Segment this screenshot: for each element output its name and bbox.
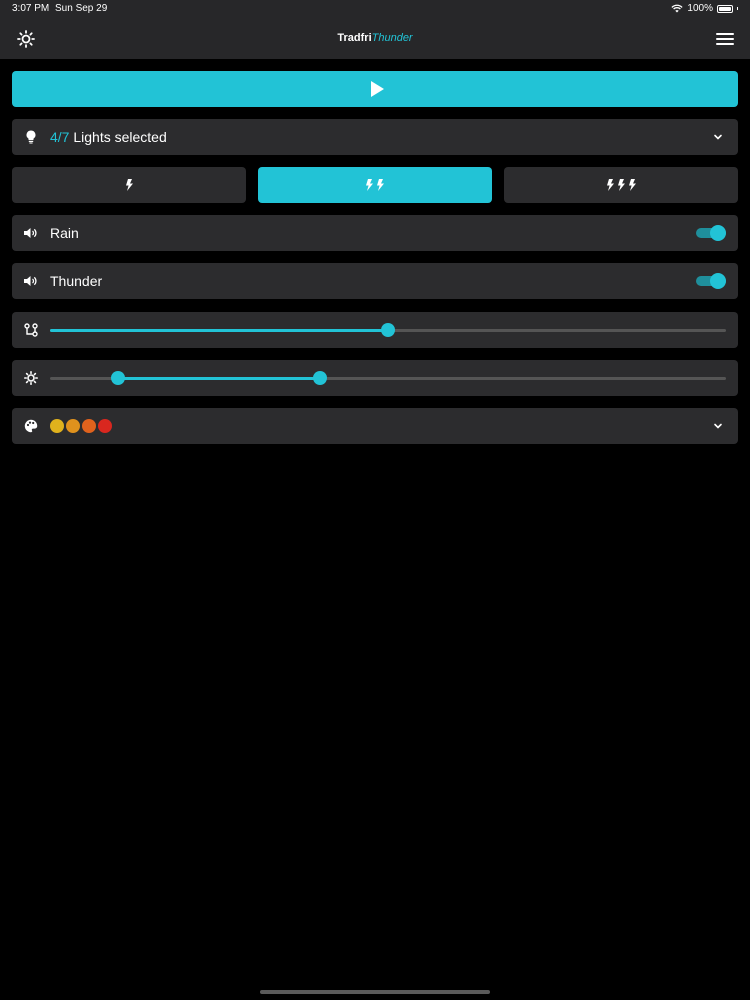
rain-row: Rain bbox=[12, 215, 738, 251]
status-time: 3:07 PM bbox=[12, 3, 50, 14]
intensity-option-3[interactable] bbox=[504, 167, 738, 203]
thunder-toggle[interactable] bbox=[696, 273, 726, 289]
thunder-row: Thunder bbox=[12, 263, 738, 299]
app-title-main: Tradfri bbox=[337, 32, 372, 44]
frequency-row bbox=[12, 312, 738, 348]
intensity-option-2[interactable] bbox=[258, 167, 492, 203]
frequency-slider[interactable] bbox=[50, 323, 726, 337]
brightness-max-thumb[interactable] bbox=[313, 371, 328, 385]
lights-dropdown[interactable]: 4/7 Lights selected bbox=[12, 119, 738, 155]
color-swatch bbox=[98, 419, 112, 433]
status-date: Sun Sep 29 bbox=[55, 3, 108, 14]
battery-percentage: 100% bbox=[687, 3, 713, 14]
chevron-down-icon bbox=[714, 134, 722, 140]
rain-label: Rain bbox=[50, 225, 79, 241]
app-title-accent: Thunder bbox=[371, 32, 413, 44]
lightning-icon bbox=[628, 179, 636, 191]
palette-dropdown[interactable] bbox=[12, 408, 738, 444]
play-icon bbox=[371, 81, 384, 97]
frequency-slider-thumb[interactable] bbox=[381, 323, 395, 337]
nav-bar: TradfriThunder bbox=[0, 18, 750, 59]
battery-tip bbox=[737, 7, 738, 10]
intensity-option-1[interactable] bbox=[12, 167, 246, 203]
rain-toggle-knob bbox=[710, 225, 726, 241]
chevron-down-icon bbox=[714, 423, 722, 429]
status-indicators: 100% bbox=[671, 3, 738, 14]
play-button[interactable] bbox=[12, 71, 738, 107]
battery-icon bbox=[717, 4, 733, 13]
status-bar: 3:07 PM Sun Sep 29 100% bbox=[0, 0, 750, 18]
lightning-icon bbox=[366, 179, 373, 191]
lights-selected-label: Lights selected bbox=[73, 129, 167, 145]
frequency-slider-fill bbox=[50, 329, 388, 332]
lights-selected-text: 4/7 Lights selected bbox=[50, 129, 167, 145]
volume-icon bbox=[24, 274, 38, 288]
color-swatch bbox=[82, 419, 96, 433]
color-swatches bbox=[50, 419, 112, 433]
color-swatch bbox=[66, 419, 80, 433]
lights-selected-count: 4/7 bbox=[50, 129, 70, 145]
app-title: TradfriThunder bbox=[0, 32, 750, 44]
lightning-icon bbox=[606, 179, 614, 191]
home-indicator bbox=[260, 990, 490, 994]
brightness-range-fill bbox=[117, 377, 321, 380]
lightning-icon bbox=[125, 179, 133, 191]
palette-icon bbox=[24, 419, 38, 433]
thunder-label: Thunder bbox=[50, 273, 103, 289]
brightness-range-slider[interactable] bbox=[50, 371, 726, 385]
brightness-row bbox=[12, 360, 738, 396]
thunder-toggle-knob bbox=[710, 273, 726, 289]
lightning-icon bbox=[377, 179, 384, 191]
flow-icon bbox=[24, 323, 38, 337]
brightness-min-thumb[interactable] bbox=[110, 371, 125, 385]
rain-toggle[interactable] bbox=[696, 225, 726, 241]
volume-icon bbox=[24, 226, 38, 240]
lightbulb-icon bbox=[24, 130, 38, 144]
wifi-icon bbox=[671, 4, 683, 13]
color-swatch bbox=[50, 419, 64, 433]
sun-icon bbox=[24, 371, 38, 385]
menu-icon[interactable] bbox=[714, 28, 736, 50]
lightning-icon bbox=[617, 179, 625, 191]
